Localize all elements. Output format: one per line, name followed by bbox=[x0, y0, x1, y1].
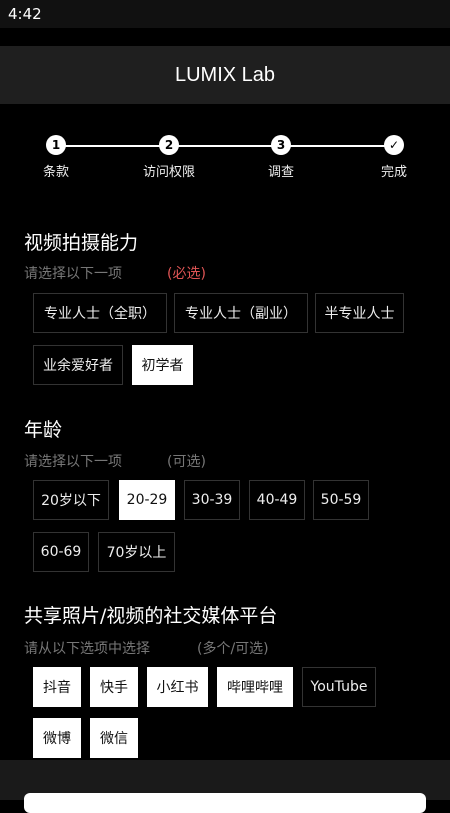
step-number: 3 bbox=[271, 135, 291, 155]
step-permissions: 2 访问权限 bbox=[129, 135, 209, 180]
section-title-video-skill: 视频拍摄能力 bbox=[24, 232, 139, 254]
option-pro-fulltime[interactable]: 专业人士（全职） bbox=[33, 293, 167, 333]
optional-tag: (可选) bbox=[167, 454, 206, 470]
app-bar: LUMIX Lab bbox=[0, 46, 450, 104]
option-age-60-69[interactable]: 60-69 bbox=[33, 532, 89, 572]
section-hint: 请从以下选项中选择 bbox=[24, 641, 150, 657]
next-button[interactable] bbox=[24, 793, 426, 813]
option-pro-parttime[interactable]: 专业人士（副业） bbox=[174, 293, 308, 333]
option-beginner[interactable]: 初学者 bbox=[132, 345, 193, 385]
optional-multi-tag: (多个/可选) bbox=[197, 641, 269, 657]
option-age-20-29[interactable]: 20-29 bbox=[119, 480, 175, 520]
option-douyin[interactable]: 抖音 bbox=[33, 667, 81, 707]
option-age-under20[interactable]: 20岁以下 bbox=[33, 480, 109, 520]
option-age-40-49[interactable]: 40-49 bbox=[249, 480, 305, 520]
section-title-social-platforms: 共享照片/视频的社交媒体平台 bbox=[24, 605, 278, 627]
step-label: 访问权限 bbox=[142, 165, 195, 180]
option-youtube[interactable]: YouTube bbox=[302, 667, 376, 707]
status-time: 4:42 bbox=[8, 5, 42, 23]
check-icon: ✓ bbox=[384, 135, 404, 155]
option-xiaohongshu[interactable]: 小红书 bbox=[147, 667, 208, 707]
status-bar: 4:42 bbox=[0, 0, 450, 28]
stepper-line bbox=[56, 145, 394, 147]
required-tag: (必选) bbox=[167, 266, 206, 282]
option-weibo[interactable]: 微博 bbox=[33, 718, 81, 758]
section-hint: 请选择以下一项 bbox=[24, 454, 122, 470]
progress-stepper: 1 条款 2 访问权限 3 调查 ✓ 完成 bbox=[0, 135, 450, 185]
step-terms: 1 条款 bbox=[16, 135, 96, 180]
step-label: 完成 bbox=[380, 165, 407, 180]
step-survey: 3 调查 bbox=[241, 135, 321, 180]
section-title-age: 年龄 bbox=[24, 419, 63, 441]
option-age-over70[interactable]: 70岁以上 bbox=[98, 532, 175, 572]
option-age-50-59[interactable]: 50-59 bbox=[313, 480, 369, 520]
step-number: 2 bbox=[159, 135, 179, 155]
section-hint: 请选择以下一项 bbox=[24, 266, 122, 282]
step-label: 调查 bbox=[267, 165, 294, 180]
option-amateur[interactable]: 业余爱好者 bbox=[33, 345, 123, 385]
option-age-30-39[interactable]: 30-39 bbox=[184, 480, 240, 520]
step-number: 1 bbox=[46, 135, 66, 155]
step-done: ✓ 完成 bbox=[354, 135, 434, 180]
option-kuaishou[interactable]: 快手 bbox=[90, 667, 138, 707]
option-wechat[interactable]: 微信 bbox=[90, 718, 138, 758]
option-semi-pro[interactable]: 半专业人士 bbox=[315, 293, 404, 333]
bottom-bar bbox=[0, 760, 450, 813]
step-label: 条款 bbox=[42, 165, 69, 180]
app-title: LUMIX Lab bbox=[174, 63, 276, 86]
option-bilibili[interactable]: 哔哩哔哩 bbox=[217, 667, 293, 707]
